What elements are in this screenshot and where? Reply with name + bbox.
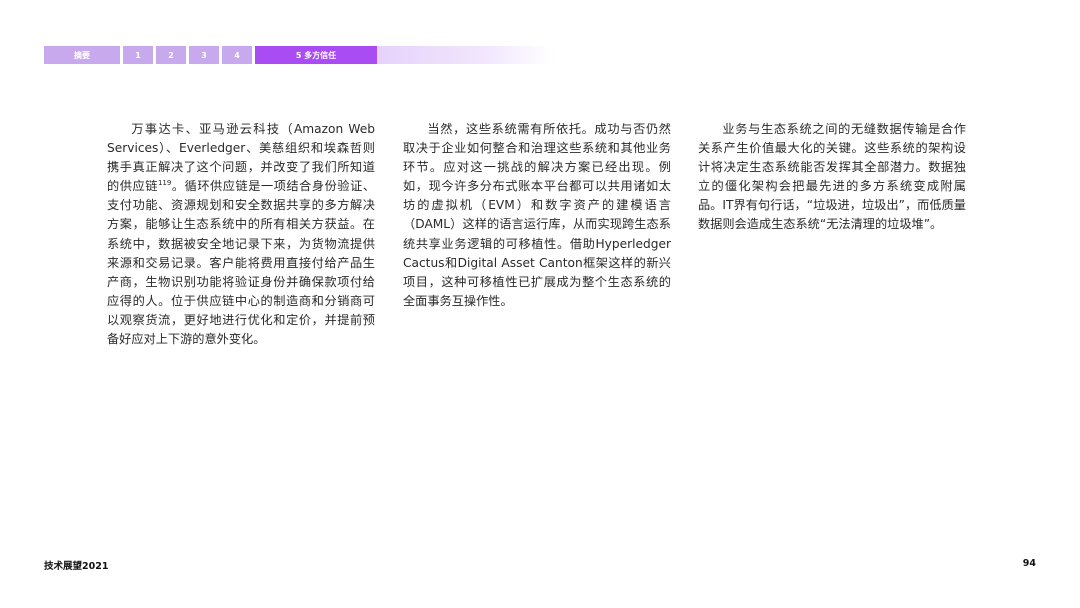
section-nav: 摘要 1 2 3 4 5 多方信任 xyxy=(44,46,555,64)
nav-tab-summary[interactable]: 摘要 xyxy=(44,46,120,64)
nav-tab-1[interactable]: 1 xyxy=(123,46,153,64)
page-number: 94 xyxy=(1022,558,1036,569)
nav-tab-5-active[interactable]: 5 多方信任 xyxy=(255,46,377,64)
footnote-ref[interactable]: 119 xyxy=(158,179,171,187)
text-column-2: 当然，这些系统需有所依托。成功与否仍然取决于企业如何整合和治理这些系统和其他业务… xyxy=(403,120,671,311)
nav-tab-4[interactable]: 4 xyxy=(222,46,252,64)
paragraph-3: 业务与生态系统之间的无缝数据传输是合作关系产生价值最大化的关键。这些系统的架构设… xyxy=(698,122,966,232)
nav-tab-2[interactable]: 2 xyxy=(156,46,186,64)
text-column-3: 业务与生态系统之间的无缝数据传输是合作关系产生价值最大化的关键。这些系统的架构设… xyxy=(698,120,966,235)
text-column-1: 万事达卡、亚马逊云科技（Amazon Web Services）、Everled… xyxy=(107,120,375,349)
footer-title: 技术展望2021 xyxy=(44,561,109,572)
paragraph-1: 万事达卡、亚马逊云科技（Amazon Web Services）、Everled… xyxy=(107,120,375,349)
paragraph-1-text-b: 。循环供应链是一项结合身份验证、支付功能、资源规划和安全数据共享的多方解决方案，… xyxy=(107,179,376,347)
paragraph-2: 当然，这些系统需有所依托。成功与否仍然取决于企业如何整合和治理这些系统和其他业务… xyxy=(403,122,671,308)
nav-tab-3[interactable]: 3 xyxy=(189,46,219,64)
nav-fade-bar xyxy=(377,46,555,64)
